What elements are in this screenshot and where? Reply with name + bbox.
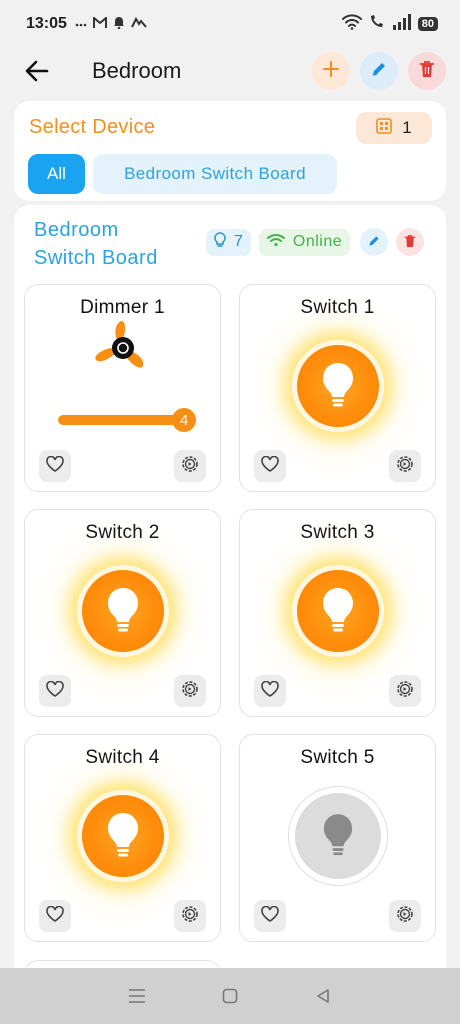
signal-icon xyxy=(392,14,412,34)
device-name: Switch 4 xyxy=(85,747,160,768)
device-count: 1 xyxy=(402,118,412,137)
settings-button[interactable] xyxy=(389,450,421,482)
edit-icon xyxy=(370,60,388,82)
board-name: Bedroom Switch Board xyxy=(34,216,194,272)
bulb-on-toggle[interactable] xyxy=(291,340,384,432)
page-title: Bedroom xyxy=(92,58,182,83)
device-name: Switch 2 xyxy=(85,522,160,543)
device-name: Dimmer 1 xyxy=(80,297,165,318)
gear-icon xyxy=(395,454,415,478)
gear-icon xyxy=(395,679,415,703)
lightbulb-icon xyxy=(106,586,140,636)
favorite-button[interactable] xyxy=(39,900,71,932)
add-button[interactable] xyxy=(312,52,350,90)
delete-icon xyxy=(419,60,435,82)
device-card-switch-3[interactable]: Switch 3 xyxy=(239,509,436,717)
edit-icon xyxy=(367,233,381,252)
light-count: 7 xyxy=(234,233,243,250)
light-count-badge: 7 xyxy=(206,228,251,256)
dimmer-level: 4 xyxy=(179,411,189,429)
online-status-label: Online xyxy=(292,233,343,250)
board-grid-icon xyxy=(376,117,393,139)
filter-chip-all[interactable]: All xyxy=(28,154,85,194)
device-name: Switch 3 xyxy=(300,522,375,543)
system-nav-bar xyxy=(0,968,460,1024)
wifi-icon xyxy=(341,14,362,34)
device-name: Switch 1 xyxy=(300,297,375,318)
settings-button[interactable] xyxy=(389,675,421,707)
bulb-outline-icon xyxy=(214,231,226,253)
gear-icon xyxy=(180,454,200,478)
board-name-line1: Bedroom xyxy=(34,219,119,241)
back-arrow-icon[interactable] xyxy=(22,56,52,86)
heart-icon xyxy=(261,680,279,701)
home-icon[interactable] xyxy=(210,976,250,1016)
bulb-on-toggle[interactable] xyxy=(291,565,384,657)
lightbulb-icon xyxy=(321,586,355,636)
heart-icon xyxy=(261,455,279,476)
gmail-icon xyxy=(92,15,107,32)
lightbulb-icon xyxy=(321,361,355,411)
wifi-call-icon xyxy=(368,14,386,34)
delete-board-button[interactable] xyxy=(396,228,425,256)
heart-icon xyxy=(46,905,64,926)
select-device-title: Select Device xyxy=(29,116,156,138)
online-status-badge: Online xyxy=(258,228,351,256)
device-name: Switch 5 xyxy=(300,747,375,768)
bell-icon xyxy=(113,16,125,32)
lightbulb-icon xyxy=(322,812,354,860)
dimmer-slider-thumb[interactable]: 4 xyxy=(172,408,196,432)
settings-button[interactable] xyxy=(174,675,206,707)
favorite-button[interactable] xyxy=(39,675,71,707)
app-header: Bedroom xyxy=(0,48,460,94)
favorite-button[interactable] xyxy=(254,675,286,707)
settings-button[interactable] xyxy=(174,450,206,482)
device-card-switch-4[interactable]: Switch 4 xyxy=(24,734,221,942)
filter-chip-bedroom-switch-board[interactable]: Bedroom Switch Board xyxy=(93,154,337,194)
settings-button[interactable] xyxy=(174,900,206,932)
wifi-online-icon xyxy=(266,233,285,252)
favorite-button[interactable] xyxy=(254,900,286,932)
bulb-on-toggle[interactable] xyxy=(76,565,169,657)
heart-icon xyxy=(261,905,279,926)
delete-room-button[interactable] xyxy=(408,52,446,90)
delete-icon xyxy=(404,233,416,252)
settings-button[interactable] xyxy=(389,900,421,932)
select-device-card: Select Device 1 All Bedroom Switch Board xyxy=(14,101,446,201)
heart-icon xyxy=(46,455,64,476)
battery-icon: 80 xyxy=(417,17,438,31)
back-icon[interactable] xyxy=(303,976,343,1016)
bulb-on-toggle[interactable] xyxy=(76,790,169,882)
status-time: 13:05 xyxy=(26,15,67,32)
add-icon xyxy=(322,60,340,82)
device-card-switch-1[interactable]: Switch 1 xyxy=(239,284,436,492)
bulb-off-toggle[interactable] xyxy=(287,786,388,886)
gear-icon xyxy=(395,904,415,928)
edit-room-button[interactable] xyxy=(360,52,398,90)
status-bar: 13:05 80 xyxy=(0,0,460,48)
favorite-button[interactable] xyxy=(39,450,71,482)
device-filter-row: All Bedroom Switch Board xyxy=(28,154,337,194)
device-card-switch-2[interactable]: Switch 2 xyxy=(24,509,221,717)
overflow-dots-icon xyxy=(75,18,87,31)
menu-icon[interactable] xyxy=(117,976,157,1016)
gear-icon xyxy=(180,679,200,703)
edit-board-button[interactable] xyxy=(360,228,389,256)
device-card-switch-5[interactable]: Switch 5 xyxy=(239,734,436,942)
heart-icon xyxy=(46,680,64,701)
device-count-badge: 1 xyxy=(356,112,432,144)
gear-icon xyxy=(180,904,200,928)
favorite-button[interactable] xyxy=(254,450,286,482)
device-card-dimmer-1[interactable]: Dimmer 1 4 xyxy=(24,284,221,492)
board-name-line2: Switch Board xyxy=(34,247,158,269)
app-icon xyxy=(131,16,147,31)
fan-icon xyxy=(91,320,157,380)
lightbulb-icon xyxy=(106,811,140,861)
